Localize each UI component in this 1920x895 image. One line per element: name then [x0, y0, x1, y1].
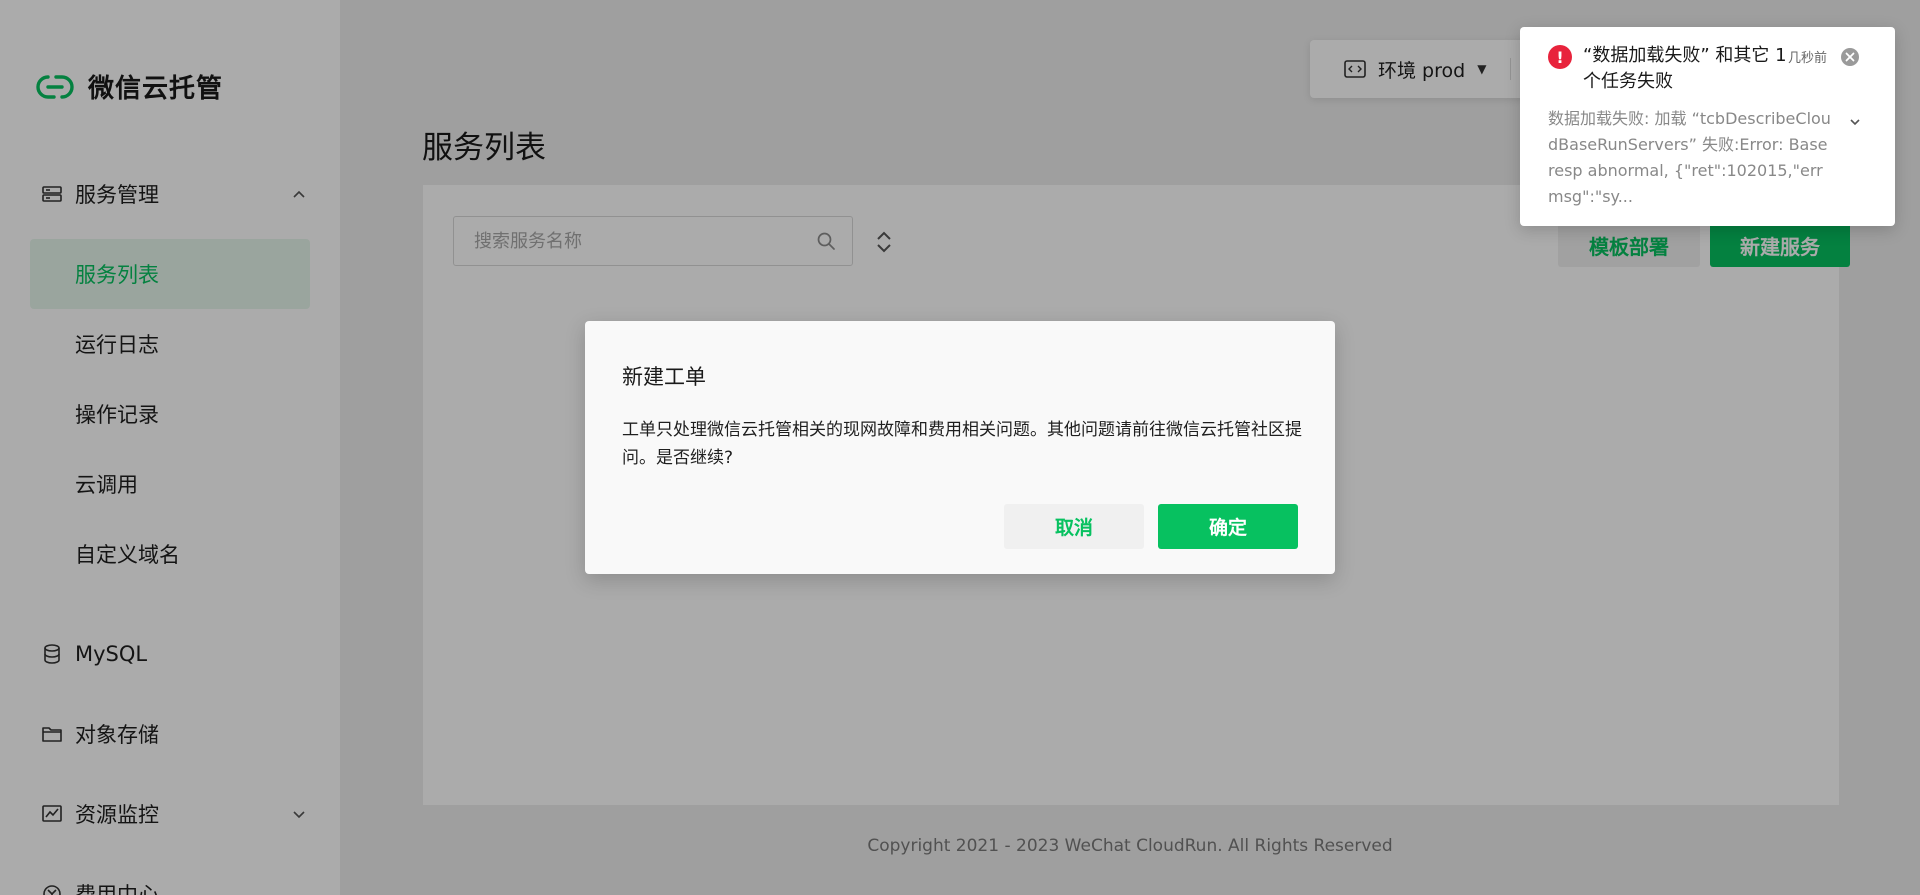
- error-notification: ! “数据加载失败” 和其它 1 个任务失败 几秒前 数据加载失败: 加载 “t…: [1520, 27, 1895, 226]
- confirm-button[interactable]: 确定: [1158, 504, 1298, 549]
- notification-message: 数据加载失败: 加载 “tcbDescribeCloudBaseRunServe…: [1548, 109, 1831, 206]
- app-root: 微信云托管 服务管理 服务列表 运行日志 操作记录 云调用 自定义域名 MySQ…: [0, 0, 1920, 895]
- notification-title: “数据加载失败” 和其它 1 个任务失败: [1583, 45, 1787, 92]
- chevron-down-icon[interactable]: [1848, 115, 1862, 129]
- error-alert-icon: !: [1548, 45, 1572, 69]
- cancel-button[interactable]: 取消: [1004, 504, 1144, 549]
- close-icon[interactable]: [1840, 47, 1860, 67]
- dialog-message: 工单只处理微信云托管相关的现网故障和费用相关问题。其他问题请前往微信云托管社区提…: [622, 420, 1302, 468]
- dialog-title: 新建工单: [622, 365, 706, 389]
- new-ticket-dialog: 新建工单 工单只处理微信云托管相关的现网故障和费用相关问题。其他问题请前往微信云…: [585, 321, 1335, 574]
- notification-time: 几秒前: [1788, 51, 1828, 66]
